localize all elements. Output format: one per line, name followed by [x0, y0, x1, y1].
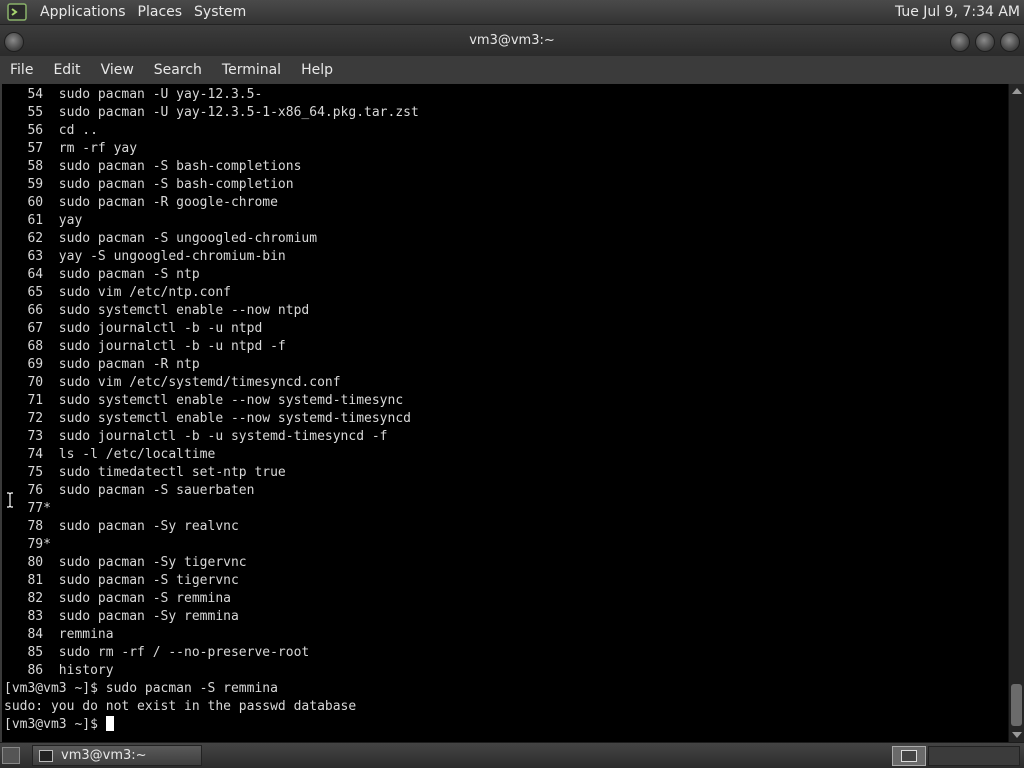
menubar: File Edit View Search Terminal Help: [0, 56, 1024, 83]
maximize-button[interactable]: [975, 32, 995, 52]
minimize-button[interactable]: [950, 32, 970, 52]
terminal-line: 71 sudo systemctl enable --now systemd-t…: [4, 393, 404, 408]
top-panel: Applications Places System Tue Jul 9, 7:…: [0, 0, 1024, 25]
terminal-line: 59 sudo pacman -S bash-completion: [4, 177, 294, 192]
terminal-line: 58 sudo pacman -S bash-completions: [4, 159, 302, 174]
workspace-window-thumb: [901, 750, 917, 762]
terminal-icon: [39, 749, 53, 762]
show-desktop-icon[interactable]: [2, 747, 20, 764]
terminal-line: 83 sudo pacman -Sy remmina: [4, 609, 239, 624]
clock[interactable]: Tue Jul 9, 7:34 AM: [895, 4, 1020, 20]
window-titlebar[interactable]: vm3@vm3:~: [0, 25, 1024, 56]
terminal-line: 67 sudo journalctl -b -u ntpd: [4, 321, 263, 336]
terminal-output[interactable]: 54 sudo pacman -U yay-12.3.5- 55 sudo pa…: [2, 84, 1008, 742]
scroll-up-arrow-icon[interactable]: [1012, 88, 1022, 94]
terminal-line: 66 sudo systemctl enable --now ntpd: [4, 303, 310, 318]
taskbar-window-label: vm3@vm3:~: [61, 748, 147, 763]
menu-file[interactable]: File: [0, 62, 43, 78]
scrollbar-thumb[interactable]: [1011, 684, 1022, 726]
terminal-line: 63 yay -S ungoogled-chromium-bin: [4, 249, 286, 264]
terminal-line: 57 rm -rf yay: [4, 141, 138, 156]
terminal-line: 54 sudo pacman -U yay-12.3.5-: [4, 87, 263, 102]
terminal-line: 69 sudo pacman -R ntp: [4, 357, 200, 372]
terminal-line: 60 sudo pacman -R google-chrome: [4, 195, 278, 210]
terminal-line: 76 sudo pacman -S sauerbaten: [4, 483, 255, 498]
scroll-down-arrow-icon[interactable]: [1012, 732, 1022, 738]
ibeam-cursor-icon: [7, 492, 13, 508]
text-cursor: [105, 716, 114, 731]
terminal-line: 84 remmina: [4, 627, 114, 642]
terminal-line: 77*: [4, 501, 51, 516]
terminal-line: 78 sudo pacman -Sy realvnc: [4, 519, 239, 534]
terminal-line: 82 sudo pacman -S remmina: [4, 591, 231, 606]
terminal-prompt: [vm3@vm3 ~]$: [4, 717, 106, 732]
terminal-line: 68 sudo journalctl -b -u ntpd -f: [4, 339, 286, 354]
terminal-line: 74 ls -l /etc/localtime: [4, 447, 216, 462]
terminal-line: 61 yay: [4, 213, 83, 228]
bottom-panel: vm3@vm3:~: [0, 742, 1024, 768]
terminal-line: 86 history: [4, 663, 114, 678]
taskbar-window-button[interactable]: vm3@vm3:~: [32, 745, 202, 766]
terminal-line: 73 sudo journalctl -b -u systemd-timesyn…: [4, 429, 388, 444]
close-button[interactable]: [1000, 32, 1020, 52]
terminal-line: 81 sudo pacman -S tigervnc: [4, 573, 239, 588]
terminal-line: 56 cd ..: [4, 123, 98, 138]
terminal-line: 64 sudo pacman -S ntp: [4, 267, 200, 282]
terminal-prompt-line[interactable]: [vm3@vm3 ~]$: [4, 716, 1008, 734]
menu-view[interactable]: View: [91, 62, 144, 78]
terminal-line: sudo: you do not exist in the passwd dat…: [4, 699, 357, 714]
terminal-line: 85 sudo rm -rf / --no-preserve-root: [4, 645, 310, 660]
menu-edit[interactable]: Edit: [43, 62, 90, 78]
workspace-2[interactable]: [928, 746, 1020, 766]
menu-terminal[interactable]: Terminal: [212, 62, 291, 78]
menu-help[interactable]: Help: [291, 62, 343, 78]
terminal-line: 75 sudo timedatectl set-ntp true: [4, 465, 286, 480]
workspace-1[interactable]: [892, 746, 926, 766]
terminal-line: 55 sudo pacman -U yay-12.3.5-1-x86_64.pk…: [4, 105, 419, 120]
system-menu[interactable]: System: [188, 4, 252, 20]
places-menu[interactable]: Places: [132, 4, 189, 20]
terminal-line: 62 sudo pacman -S ungoogled-chromium: [4, 231, 318, 246]
window-title: vm3@vm3:~: [469, 33, 555, 48]
applications-menu[interactable]: Applications: [34, 4, 132, 20]
terminal-line: 80 sudo pacman -Sy tigervnc: [4, 555, 247, 570]
menu-search[interactable]: Search: [144, 62, 212, 78]
terminal-scrollbar[interactable]: [1008, 84, 1024, 742]
terminal-logo-icon[interactable]: [6, 2, 28, 22]
terminal-line: 70 sudo vim /etc/systemd/timesyncd.conf: [4, 375, 341, 390]
terminal-line: [vm3@vm3 ~]$ sudo pacman -S remmina: [4, 681, 278, 696]
terminal-line: 65 sudo vim /etc/ntp.conf: [4, 285, 231, 300]
terminal-line: 79*: [4, 537, 51, 552]
terminal-line: 72 sudo systemctl enable --now systemd-t…: [4, 411, 411, 426]
